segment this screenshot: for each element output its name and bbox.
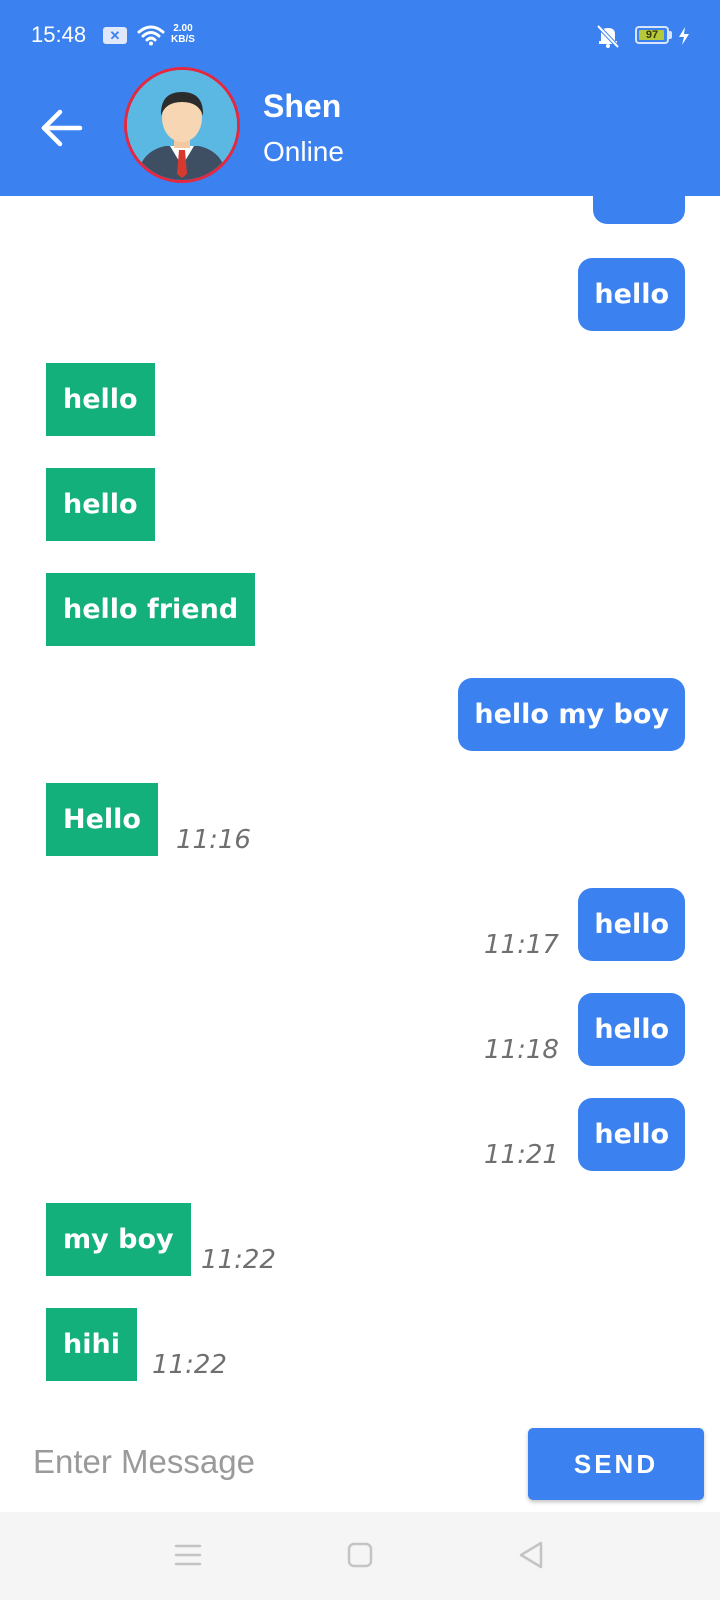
vibrate-mute-icon (596, 24, 620, 49)
send-button[interactable]: SEND (528, 1428, 704, 1500)
message-bubble-received[interactable]: Hello (46, 783, 158, 856)
avatar-person-icon (127, 70, 237, 180)
message-time: 11:17 (484, 930, 559, 960)
network-speed: 2.00 KB/S (171, 23, 195, 45)
message-bubble-sent[interactable]: hello (578, 993, 685, 1066)
message-bubble-sent[interactable]: hello my boy (458, 678, 685, 751)
message-bubble-received[interactable]: hihi (46, 1308, 137, 1381)
network-speed-value: 2.00 (173, 23, 193, 34)
message-bubble-partial (593, 180, 685, 224)
message-bubble-sent[interactable]: hello (578, 258, 685, 331)
status-time: 15:48 (31, 22, 87, 47)
message-time: 11:22 (201, 1245, 276, 1275)
message-input[interactable] (28, 1430, 518, 1494)
home-square-icon[interactable] (346, 1540, 374, 1570)
message-bubble-received[interactable]: hello (46, 468, 155, 541)
message-time: 11:21 (484, 1140, 559, 1170)
message-bubble-sent[interactable]: hello (578, 1098, 685, 1171)
charging-icon (679, 27, 689, 45)
message-bubble-sent[interactable]: hello (578, 888, 685, 961)
back-triangle-icon[interactable] (517, 1540, 545, 1570)
back-arrow-icon[interactable] (38, 104, 86, 152)
network-speed-unit: KB/S (171, 34, 195, 45)
message-time: 11:22 (152, 1350, 227, 1380)
battery-tip (669, 31, 672, 39)
notification-icon: ✕ (103, 27, 127, 44)
message-time: 11:16 (176, 825, 251, 855)
message-time: 11:18 (484, 1035, 559, 1065)
battery-icon: 97 (635, 26, 669, 44)
message-bubble-received[interactable]: hello friend (46, 573, 256, 646)
message-bubble-received[interactable]: hello (46, 363, 155, 436)
menu-icon[interactable] (174, 1540, 202, 1570)
contact-status: Online (263, 136, 344, 167)
contact-name: Shen (263, 88, 342, 124)
contact-avatar[interactable] (124, 67, 240, 183)
wifi-icon (137, 25, 165, 46)
battery-percent: 97 (645, 29, 659, 41)
message-bubble-received[interactable]: my boy (46, 1203, 191, 1276)
